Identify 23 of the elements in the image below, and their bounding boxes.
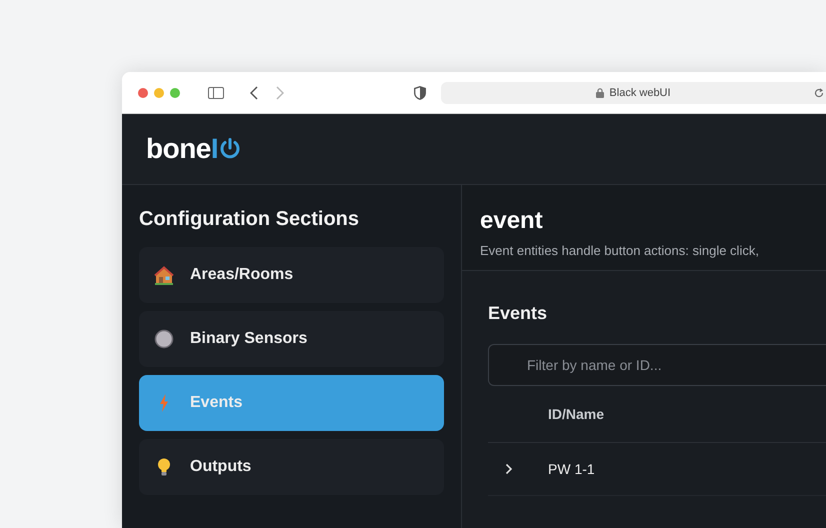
logo: boneI	[146, 133, 242, 165]
reload-icon[interactable]	[814, 88, 824, 98]
address-text: Black webUI	[609, 86, 671, 98]
circle-icon	[154, 329, 174, 349]
sidebar-item[interactable]: Outputs	[139, 439, 444, 495]
expand-chevron-icon[interactable]	[505, 463, 513, 475]
address-bar[interactable]: Black webUI	[441, 82, 826, 104]
power-icon	[219, 138, 242, 160]
house-icon	[154, 265, 174, 285]
filter-input[interactable]: Filter by name or ID...	[488, 344, 826, 386]
column-header: ID/Name	[548, 406, 604, 422]
page-title: event	[480, 207, 544, 235]
lock-icon	[596, 88, 604, 98]
page-description: Event entities handle button actions: single click,	[480, 243, 760, 258]
sidebar-toggle-icon[interactable]	[208, 86, 224, 98]
sidebar-item[interactable]: Areas/Rooms	[139, 247, 444, 303]
sidebar-item[interactable]: Binary Sensors	[139, 311, 444, 367]
table-cell: PW 1-1	[548, 461, 595, 477]
close-button[interactable]	[138, 88, 148, 98]
section-title: Events	[488, 303, 548, 324]
shield-icon[interactable]	[414, 86, 426, 100]
sidebar-title: Configuration Sections	[139, 208, 360, 231]
back-icon[interactable]	[250, 86, 258, 100]
